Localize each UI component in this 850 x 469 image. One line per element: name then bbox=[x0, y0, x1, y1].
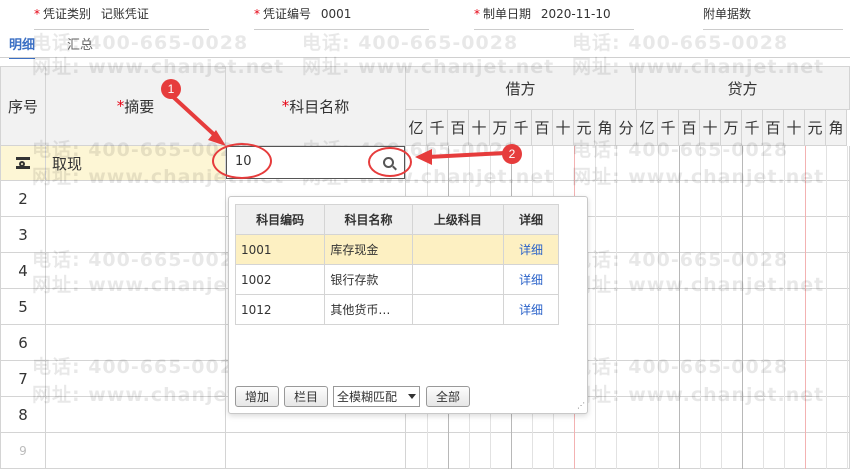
annotation-badge-2: 2 bbox=[502, 144, 522, 164]
annotation-arrows bbox=[168, 92, 506, 165]
annotation-badge-1: 1 bbox=[161, 79, 181, 99]
